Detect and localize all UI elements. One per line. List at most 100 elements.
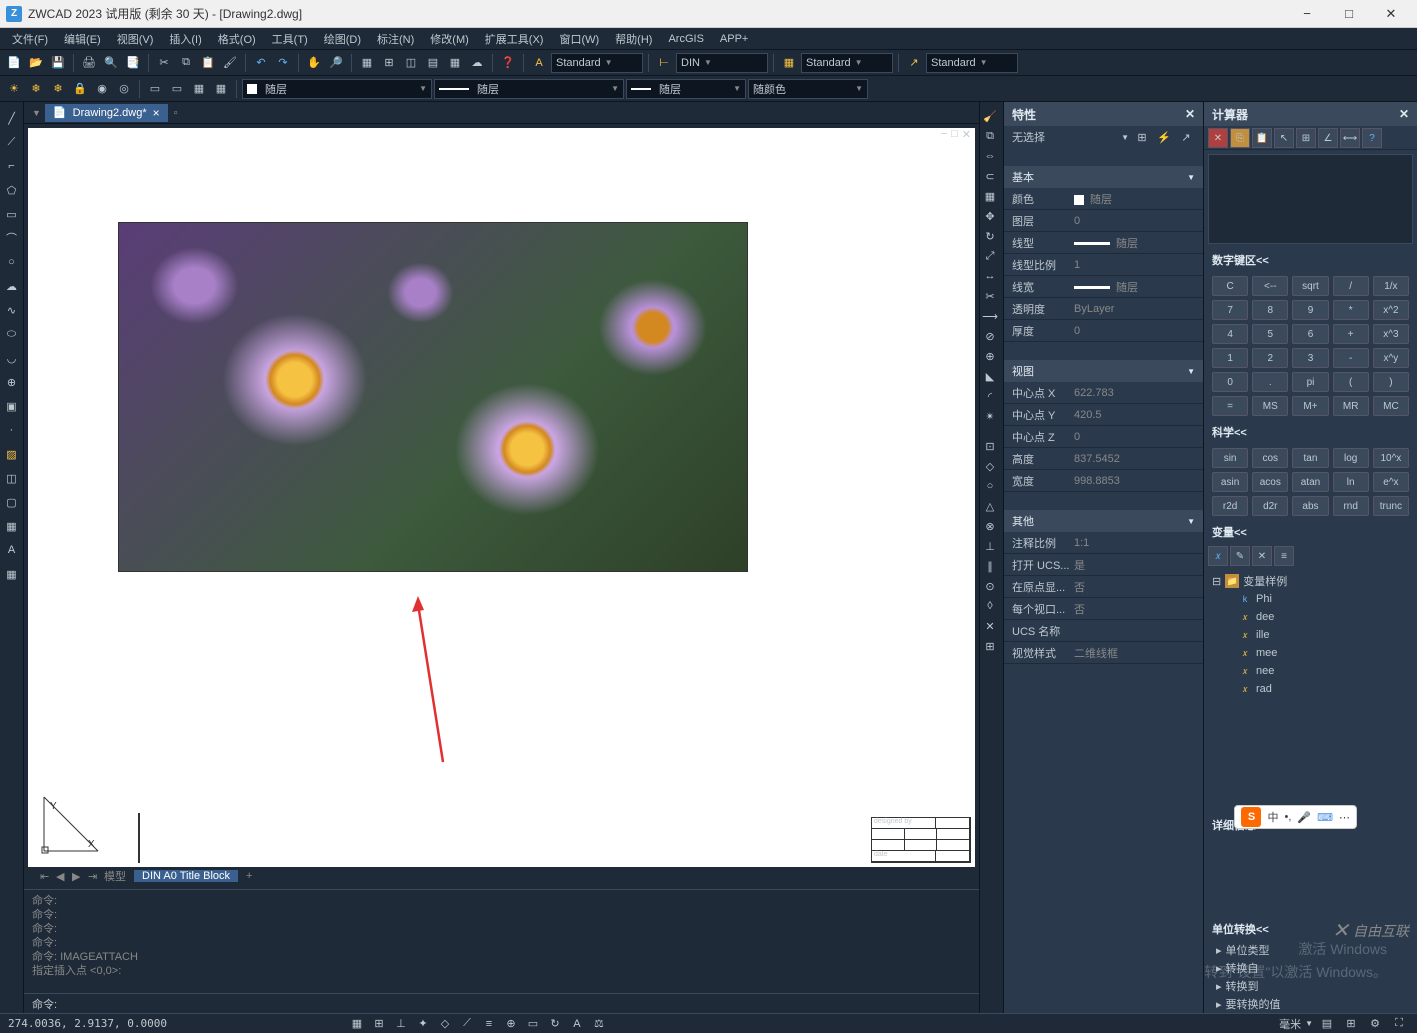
doc-tab[interactable]: 📄 Drawing2.dwg* × xyxy=(45,104,168,122)
region-icon[interactable]: ▢ xyxy=(1,491,23,513)
calc-btn-x2[interactable]: x^2 xyxy=(1373,300,1409,320)
cloud-icon[interactable]: ☁ xyxy=(467,53,487,73)
calc-btn-xy[interactable]: x^y xyxy=(1373,348,1409,368)
tab-menu-icon[interactable]: ▼ xyxy=(28,108,45,118)
attached-image[interactable] xyxy=(118,222,748,572)
prop-value[interactable]: 837.5452 xyxy=(1070,453,1203,465)
layer-combo[interactable]: 随层▼ xyxy=(242,79,432,99)
layer-off-icon[interactable]: ◉ xyxy=(92,79,112,99)
calc-pick-icon[interactable]: ↖ xyxy=(1274,128,1294,148)
ellipsearc-icon[interactable]: ◡ xyxy=(1,347,23,369)
publish-icon[interactable]: 📑 xyxy=(123,53,143,73)
vp4-icon[interactable]: ▦ xyxy=(211,79,231,99)
var-item[interactable]: 𝑥rad xyxy=(1208,680,1413,698)
blocks-icon[interactable]: ◫ xyxy=(401,53,421,73)
open-icon[interactable]: 📂 xyxy=(26,53,46,73)
selection-combo[interactable]: 无选择 xyxy=(1012,129,1117,145)
calculator-close-icon[interactable]: ✕ xyxy=(1399,107,1409,121)
ellipse-icon[interactable]: ⬭ xyxy=(1,323,23,345)
ortho-icon[interactable]: ⊥ xyxy=(391,1016,411,1032)
prop-row[interactable]: 线宽随层 xyxy=(1004,276,1203,298)
prop-row[interactable]: 中心点 X622.783 xyxy=(1004,382,1203,404)
block-icon[interactable]: ▣ xyxy=(1,395,23,417)
var-item[interactable]: 𝑥mee xyxy=(1208,644,1413,662)
calc-btn-MR[interactable]: MR xyxy=(1333,396,1369,416)
osnap10-icon[interactable]: ✕ xyxy=(980,616,1000,636)
var-item[interactable]: 𝑥ille xyxy=(1208,626,1413,644)
calc-btn-atan[interactable]: atan xyxy=(1292,472,1328,492)
unit-label[interactable]: 毫米 xyxy=(1279,1016,1301,1032)
calc-btn-C[interactable]: C xyxy=(1212,276,1248,296)
text-icon[interactable]: A xyxy=(1,539,23,561)
color-combo[interactable]: 随颜色▼ xyxy=(748,79,868,99)
menu-draw[interactable]: 绘图(D) xyxy=(316,29,369,49)
cycle-icon[interactable]: ↻ xyxy=(545,1016,565,1032)
linetype-combo[interactable]: 随层▼ xyxy=(434,79,624,99)
calc-btn-MC[interactable]: MC xyxy=(1373,396,1409,416)
prop-row[interactable]: UCS 名称 xyxy=(1004,620,1203,642)
textstyle-combo[interactable]: Standard▼ xyxy=(551,53,643,73)
rotate-icon[interactable]: ↻ xyxy=(980,226,1000,246)
calc-display[interactable] xyxy=(1208,154,1413,244)
tab-first-icon[interactable]: ⇤ xyxy=(32,870,48,883)
save-icon[interactable]: 💾 xyxy=(48,53,68,73)
line-icon[interactable]: ╱ xyxy=(1,107,23,129)
dimstyle-combo[interactable]: DIN▼ xyxy=(676,53,768,73)
tab-last-icon[interactable]: ⇥ xyxy=(80,870,96,883)
calc-btn-[interactable]: - xyxy=(1333,348,1369,368)
section-basic[interactable]: 基本▼ xyxy=(1004,166,1203,188)
properties-close-icon[interactable]: ✕ xyxy=(1185,107,1195,121)
layer-mgr-icon[interactable]: ☀ xyxy=(4,79,24,99)
calc-btn-tan[interactable]: tan xyxy=(1292,448,1328,468)
pickadd-icon[interactable]: ⚡ xyxy=(1155,128,1173,146)
prop-value[interactable]: 随层 xyxy=(1070,279,1203,295)
prop-row[interactable]: 在原点显...否 xyxy=(1004,576,1203,598)
osnapbar-icon[interactable]: ◇ xyxy=(435,1016,455,1032)
osnap4-icon[interactable]: △ xyxy=(980,496,1000,516)
mleaderstyle-icon[interactable]: ↗ xyxy=(904,53,924,73)
prop-value[interactable]: 1:1 xyxy=(1070,537,1203,549)
prop-row[interactable]: 透明度ByLayer xyxy=(1004,298,1203,320)
ime-badge[interactable]: S 中 •, 🎤 ⌨ ⋯ xyxy=(1234,805,1357,829)
osnap11-icon[interactable]: ⊞ xyxy=(980,636,1000,656)
calc-clear-icon[interactable]: ✕ xyxy=(1208,128,1228,148)
spline-icon[interactable]: ∿ xyxy=(1,299,23,321)
viewport-close-icon[interactable]: ✕ xyxy=(962,128,971,142)
extend-icon[interactable]: ⟶ xyxy=(980,306,1000,326)
tablestyle-combo[interactable]: Standard▼ xyxy=(801,53,893,73)
tablestyle-icon[interactable]: ▦ xyxy=(779,53,799,73)
calc-btn-r2d[interactable]: r2d xyxy=(1212,496,1248,516)
lineweight-combo[interactable]: 随层▼ xyxy=(626,79,746,99)
prop-value[interactable]: ByLayer xyxy=(1070,303,1203,315)
prop-value[interactable]: 0 xyxy=(1070,215,1203,227)
menu-dim[interactable]: 标注(N) xyxy=(369,29,422,49)
command-input[interactable]: 命令: xyxy=(24,993,979,1013)
calc-sci-hdr[interactable]: 科学<< xyxy=(1204,420,1417,444)
calc-angle-icon[interactable]: ∠ xyxy=(1318,128,1338,148)
calc-btn-6[interactable]: 6 xyxy=(1292,324,1328,344)
pan-icon[interactable]: ✋ xyxy=(304,53,324,73)
unit-row[interactable]: ▸要转换的值 xyxy=(1204,995,1417,1013)
calc-btn-d2r[interactable]: d2r xyxy=(1252,496,1288,516)
model-icon[interactable]: ▭ xyxy=(523,1016,543,1032)
calc-hist-icon[interactable]: ⎘ xyxy=(1230,128,1250,148)
var-root[interactable]: ⊟📁变量样例 xyxy=(1208,572,1413,590)
lwt-icon[interactable]: ≡ xyxy=(479,1016,499,1032)
menu-ext[interactable]: 扩展工具(X) xyxy=(477,29,552,49)
calc-btn-abs[interactable]: abs xyxy=(1292,496,1328,516)
prop-value[interactable]: 0 xyxy=(1070,325,1203,337)
revcloud-icon[interactable]: ☁ xyxy=(1,275,23,297)
zoom-icon[interactable]: 🔎 xyxy=(326,53,346,73)
var-item[interactable]: kPhi xyxy=(1208,590,1413,608)
calc-btn-1[interactable]: 1 xyxy=(1212,348,1248,368)
insert-icon[interactable]: ⊕ xyxy=(1,371,23,393)
calc-btn-[interactable]: <-- xyxy=(1252,276,1288,296)
snap-icon[interactable]: ▦ xyxy=(347,1016,367,1032)
calc-btn-log[interactable]: log xyxy=(1333,448,1369,468)
osnap3-icon[interactable]: ○ xyxy=(980,476,1000,496)
prop-value[interactable]: 0 xyxy=(1070,431,1203,443)
prop-row[interactable]: 线型随层 xyxy=(1004,232,1203,254)
tab-next-icon[interactable]: ▶ xyxy=(64,870,80,883)
hatch-icon[interactable]: ▨ xyxy=(1,443,23,465)
layers-icon[interactable]: ▦ xyxy=(357,53,377,73)
